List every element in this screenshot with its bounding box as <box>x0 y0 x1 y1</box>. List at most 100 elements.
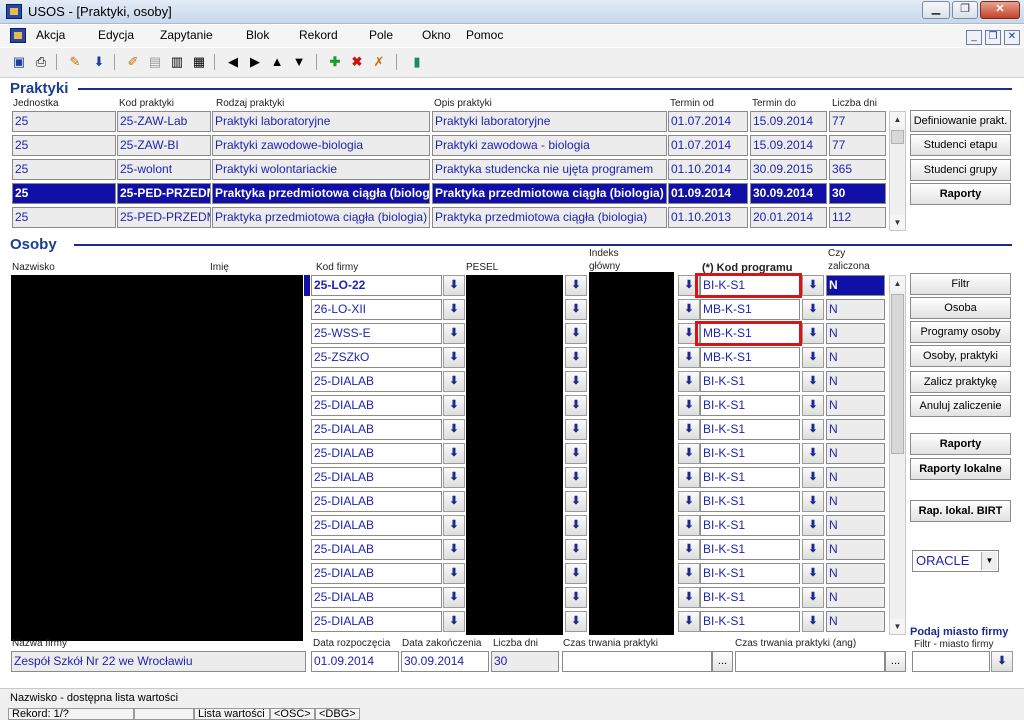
kod-programu-list-icon[interactable]: ⬇ <box>802 515 824 536</box>
indeks-list-icon[interactable]: ⬇ <box>678 587 700 608</box>
czy-zaliczona-field[interactable]: N <box>826 563 885 584</box>
pesel-list-icon[interactable]: ⬇ <box>565 443 587 464</box>
praktyki-cell-jednostka[interactable]: 25 <box>12 159 116 180</box>
chart-icon[interactable]: ▥ <box>168 53 186 71</box>
chevron-down-icon[interactable]: ▼ <box>981 552 997 570</box>
praktyki-cell-liczba-dni[interactable]: 77 <box>829 135 886 156</box>
kod-programu-field[interactable]: MB-K-S1 <box>700 347 800 368</box>
czy-zaliczona-field[interactable]: N <box>826 395 885 416</box>
pesel-list-icon[interactable]: ⬇ <box>565 539 587 560</box>
rap-lokal-birt-button[interactable]: Rap. lokal. BIRT <box>910 500 1011 522</box>
indeks-list-icon[interactable]: ⬇ <box>678 491 700 512</box>
pesel-list-icon[interactable]: ⬇ <box>565 275 587 296</box>
kod-programu-field[interactable]: BI-K-S1 <box>700 419 800 440</box>
praktyki-cell-termin-od[interactable]: 01.09.2014 <box>668 183 748 204</box>
pesel-list-icon[interactable]: ⬇ <box>565 515 587 536</box>
pesel-list-icon[interactable]: ⬇ <box>565 587 587 608</box>
kod-programu-list-icon[interactable]: ⬇ <box>802 395 824 416</box>
close-icon[interactable]: ✕ <box>980 1 1020 19</box>
kod-firmy-list-icon[interactable]: ⬇ <box>443 491 465 512</box>
praktyki-cell-opis-praktyki[interactable]: Praktyki zawodowa - biologia <box>432 135 667 156</box>
pesel-list-icon[interactable]: ⬇ <box>565 347 587 368</box>
menu-blok[interactable]: Blok <box>246 28 269 42</box>
studenci-etapu-button[interactable]: Studenci etapu <box>910 134 1011 156</box>
indeks-list-icon[interactable]: ⬇ <box>678 347 700 368</box>
kod-programu-field[interactable]: MB-K-S1 <box>700 299 800 320</box>
praktyki-cell-jednostka[interactable]: 25 <box>12 207 116 228</box>
scroll-down-icon[interactable]: ▼ <box>890 619 905 634</box>
praktyki-cell-liczba-dni[interactable]: 30 <box>829 183 886 204</box>
scroll-thumb[interactable] <box>891 130 904 144</box>
filtr-miasto-field[interactable] <box>912 651 990 672</box>
programy-osoby-button[interactable]: Programy osoby <box>910 321 1011 343</box>
praktyki-cell-liczba-dni[interactable]: 77 <box>829 111 886 132</box>
zalicz-praktyke-button[interactable]: Zalicz praktykę <box>910 371 1011 393</box>
kod-firmy-field[interactable]: 25-ZSZkO <box>311 347 442 368</box>
kod-firmy-field[interactable]: 25-WSS-E <box>311 323 442 344</box>
kod-firmy-list-icon[interactable]: ⬇ <box>443 611 465 632</box>
kod-programu-field[interactable]: BI-K-S1 <box>700 371 800 392</box>
pesel-list-icon[interactable]: ⬇ <box>565 467 587 488</box>
kod-firmy-field[interactable]: 25-DIALAB <box>311 371 442 392</box>
kod-programu-list-icon[interactable]: ⬇ <box>802 587 824 608</box>
kod-programu-list-icon[interactable]: ⬇ <box>802 563 824 584</box>
menu-zapytanie[interactable]: Zapytanie <box>160 28 213 42</box>
praktyki-cell-termin-do[interactable]: 15.09.2014 <box>750 111 827 132</box>
database-select[interactable]: ORACLE ▼ <box>912 550 999 572</box>
query-enter-icon[interactable]: ✐ <box>124 53 142 71</box>
kod-programu-field[interactable]: BI-K-S1 <box>700 587 800 608</box>
praktyki-cell-termin-od[interactable]: 01.10.2013 <box>668 207 748 228</box>
pesel-list-icon[interactable]: ⬇ <box>565 563 587 584</box>
kod-programu-list-icon[interactable]: ⬇ <box>802 371 824 392</box>
praktyki-cell-termin-do[interactable]: 30.09.2015 <box>750 159 827 180</box>
pesel-list-icon[interactable]: ⬇ <box>565 419 587 440</box>
czy-zaliczona-field[interactable]: N <box>826 587 885 608</box>
kod-programu-field[interactable]: BI-K-S1 <box>700 491 800 512</box>
indeks-list-icon[interactable]: ⬇ <box>678 563 700 584</box>
kod-firmy-field[interactable]: 25-DIALAB <box>311 539 442 560</box>
raporty-lokalne-button[interactable]: Raporty lokalne <box>910 458 1011 480</box>
praktyki-cell-termin-od[interactable]: 01.07.2014 <box>668 111 748 132</box>
kod-programu-list-icon[interactable]: ⬇ <box>802 419 824 440</box>
kod-firmy-list-icon[interactable]: ⬇ <box>443 323 465 344</box>
filtr-button[interactable]: Filtr <box>910 273 1011 295</box>
praktyki-cell-jednostka[interactable]: 25 <box>12 135 116 156</box>
praktyki-cell-opis-praktyki[interactable]: Praktyki laboratoryjne <box>432 111 667 132</box>
next-record-icon[interactable]: ▶ <box>246 53 264 71</box>
osoby-scrollbar[interactable]: ▲ ▼ <box>889 275 906 635</box>
count-icon[interactable]: ▦ <box>190 53 208 71</box>
praktyki-cell-jednostka[interactable]: 25 <box>12 183 116 204</box>
data-zakonczenia-field[interactable]: 30.09.2014 <box>401 651 489 672</box>
czy-zaliczona-field[interactable]: N <box>826 611 885 632</box>
praktyki-cell-kod-praktyki[interactable]: 25-ZAW-BI <box>117 135 211 156</box>
mdi-close-icon[interactable]: ✕ <box>1004 30 1020 45</box>
praktyki-cell-liczba-dni[interactable]: 365 <box>829 159 886 180</box>
kod-firmy-field[interactable]: 26-LO-XII <box>311 299 442 320</box>
kod-firmy-list-icon[interactable]: ⬇ <box>443 299 465 320</box>
insert-record-icon[interactable]: ✚ <box>326 53 344 71</box>
kod-programu-list-icon[interactable]: ⬇ <box>802 347 824 368</box>
indeks-list-icon[interactable]: ⬇ <box>678 539 700 560</box>
kod-programu-field[interactable]: BI-K-S1 <box>700 515 800 536</box>
pesel-list-icon[interactable]: ⬇ <box>565 299 587 320</box>
kod-firmy-field[interactable]: 25-DIALAB <box>311 419 442 440</box>
liczba-dni-field[interactable]: 30 <box>491 651 559 672</box>
minimize-icon[interactable]: ▁ <box>922 1 950 19</box>
osoby-raporty-button[interactable]: Raporty <box>910 433 1011 455</box>
menu-akcja[interactable]: Akcja <box>36 28 65 42</box>
menu-edycja[interactable]: Edycja <box>98 28 134 42</box>
praktyki-cell-rodzaj-praktyki[interactable]: Praktyki zawodowe-biologia <box>212 135 430 156</box>
definiowanie-praktyk-button[interactable]: Definiowanie prakt. <box>910 110 1011 132</box>
kod-firmy-field[interactable]: 25-DIALAB <box>311 563 442 584</box>
kod-firmy-list-icon[interactable]: ⬇ <box>443 539 465 560</box>
pesel-list-icon[interactable]: ⬇ <box>565 491 587 512</box>
pesel-list-icon[interactable]: ⬇ <box>565 611 587 632</box>
czy-zaliczona-field[interactable]: N <box>826 539 885 560</box>
menu-pole[interactable]: Pole <box>369 28 393 42</box>
indeks-list-icon[interactable]: ⬇ <box>678 515 700 536</box>
czy-zaliczona-field[interactable]: N <box>826 275 885 296</box>
download-arrow-icon[interactable]: ⬇ <box>90 53 108 71</box>
scroll-up-icon[interactable]: ▲ <box>890 112 905 127</box>
kod-firmy-field[interactable]: 25-DIALAB <box>311 395 442 416</box>
praktyki-cell-termin-od[interactable]: 01.10.2014 <box>668 159 748 180</box>
